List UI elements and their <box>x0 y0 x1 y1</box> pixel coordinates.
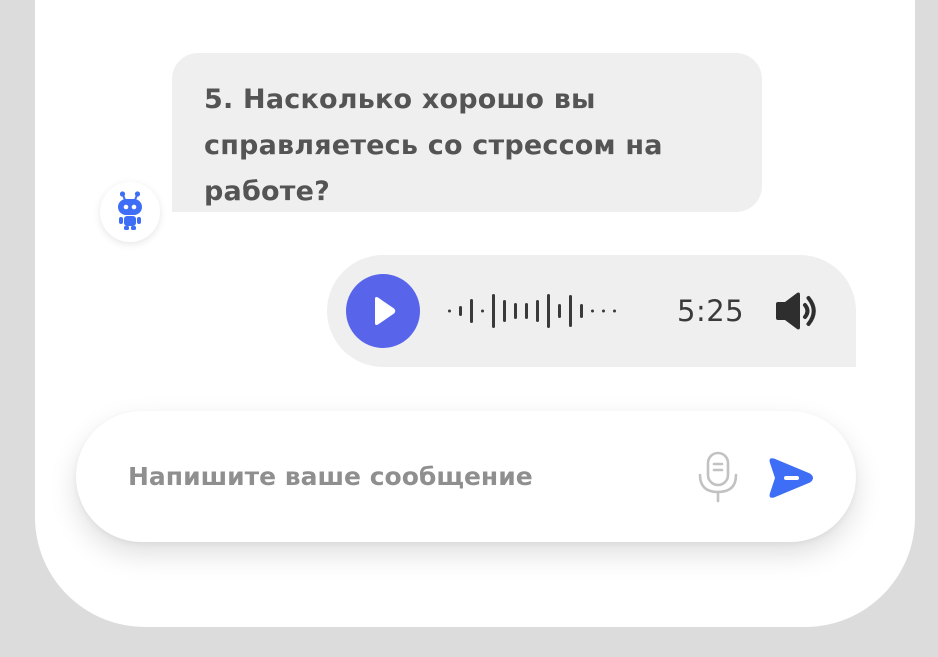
speaker-icon <box>776 292 816 330</box>
robot-icon <box>118 191 142 230</box>
message-input[interactable] <box>128 451 668 501</box>
play-button[interactable] <box>346 274 420 348</box>
send-icon <box>769 458 813 498</box>
send-button[interactable] <box>766 455 816 501</box>
voice-duration: 5:25 <box>677 294 745 328</box>
play-icon <box>375 297 396 325</box>
bot-message-bubble: 5. Насколько хорошо вы справляетесь со с… <box>172 53 762 212</box>
message-composer <box>76 411 856 542</box>
audio-waveform[interactable] <box>445 291 655 331</box>
volume-button[interactable] <box>774 289 824 333</box>
microphone-icon <box>698 451 738 503</box>
bot-avatar <box>100 182 160 242</box>
microphone-button[interactable] <box>696 451 740 503</box>
voice-message-bubble: 5:25 <box>327 255 856 367</box>
bot-message-text: 5. Насколько хорошо вы справляетесь со с… <box>204 84 663 207</box>
